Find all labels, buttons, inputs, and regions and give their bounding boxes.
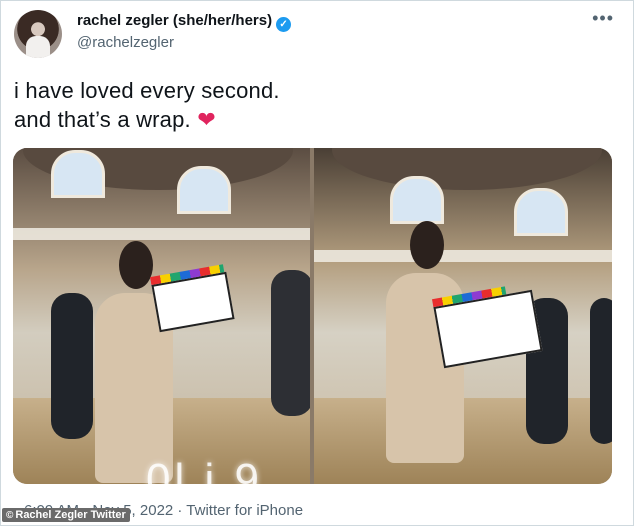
copyright-icon: ©	[6, 510, 14, 521]
image-credit: © Rachel Zegler Twitter	[2, 508, 130, 522]
dome-ceiling	[332, 148, 602, 190]
window	[390, 176, 444, 224]
avatar[interactable]	[14, 10, 62, 58]
display-name-text[interactable]: rachel zegler (she/her/hers)	[77, 12, 272, 29]
crew-member	[51, 293, 93, 439]
video-overlay-text: 0l.i.9	[146, 455, 263, 504]
heart-icon: ❤	[197, 107, 216, 132]
media-photo-right[interactable]	[314, 148, 612, 484]
tweet-text-line-2-text: and that’s a wrap.	[14, 107, 198, 132]
tweet-text: i have loved every second. and that’s a …	[14, 76, 280, 134]
window	[514, 188, 568, 236]
crew-member	[271, 270, 310, 416]
media-grid[interactable]	[13, 148, 612, 484]
tweet-text-line-1: i have loved every second.	[14, 78, 280, 103]
image-credit-text: Rachel Zegler Twitter	[15, 509, 126, 521]
tweet-text-line-2: and that’s a wrap. ❤	[14, 105, 280, 134]
railing	[314, 250, 612, 262]
railing	[13, 228, 310, 240]
verified-icon: ✓	[276, 17, 292, 32]
window	[51, 150, 105, 198]
handle[interactable]: @rachelzegler	[77, 34, 174, 51]
display-name[interactable]: rachel zegler (she/her/hers) ✓	[77, 12, 292, 32]
media-photo-left[interactable]	[13, 148, 310, 484]
crew-member	[590, 298, 612, 444]
clapperboard	[151, 271, 235, 333]
more-icon[interactable]: •••	[592, 8, 614, 29]
window	[177, 166, 231, 214]
